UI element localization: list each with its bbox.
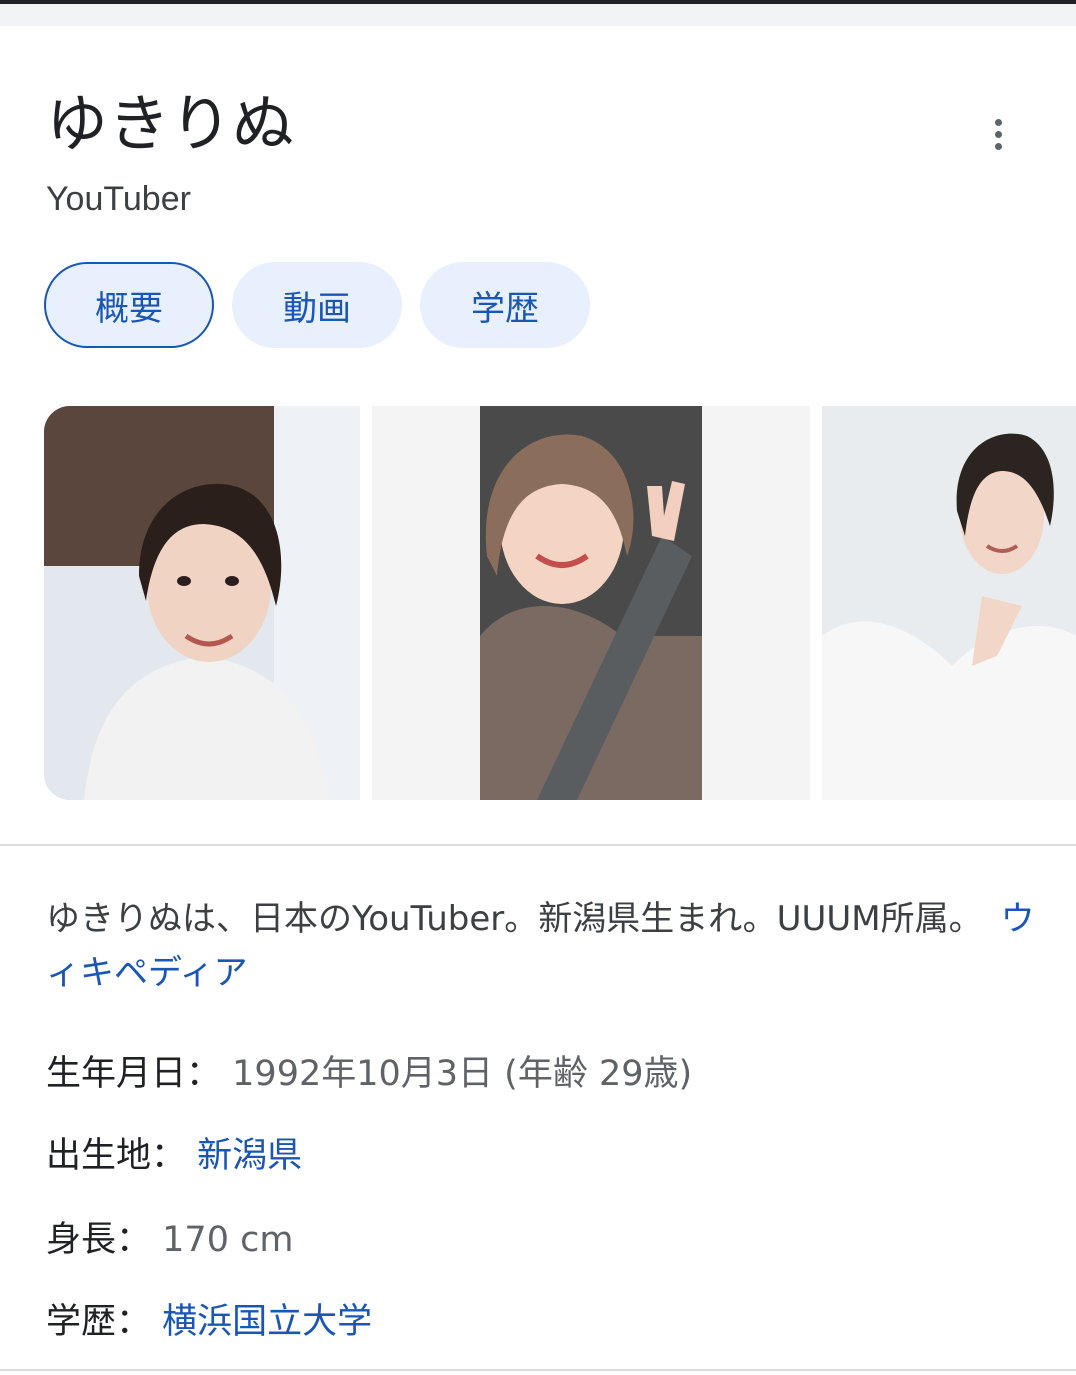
- fact-value: 1992年10月3日 (年齢 29歳): [232, 1054, 693, 1094]
- education-link[interactable]: 横浜国立大学: [162, 1302, 372, 1342]
- birthplace-link[interactable]: 新潟県: [197, 1136, 302, 1176]
- image-carousel[interactable]: [44, 406, 1076, 800]
- fact-label: 生年月日：: [46, 1054, 222, 1094]
- fact-value: 170 cm: [162, 1220, 294, 1260]
- bottom-divider: [0, 1369, 1076, 1371]
- description-text: ゆきりぬは、日本のYouTuber。新潟県生まれ。UUUM所属。: [46, 899, 983, 939]
- menu-dot: [994, 142, 1002, 150]
- knowledge-panel: ゆきりぬ YouTuber 概要 動画 学歴 ゆきりぬは、日本のYouTuber…: [0, 26, 1076, 1375]
- photo-2-illustration: [372, 406, 810, 800]
- panel-subtitle: YouTuber: [46, 180, 191, 218]
- chip-overview[interactable]: 概要: [44, 262, 214, 348]
- fact-row-birthplace: 出生地： 新潟県: [46, 1132, 302, 1180]
- top-strip: [0, 0, 1076, 26]
- photo-1[interactable]: [44, 406, 360, 800]
- panel-title: ゆきりぬ: [46, 87, 295, 160]
- fact-row-height: 身長： 170 cm: [46, 1216, 293, 1264]
- photo-3[interactable]: [822, 406, 1076, 800]
- chip-education[interactable]: 学歴: [420, 262, 590, 348]
- more-vert-icon[interactable]: [972, 108, 1024, 160]
- fact-label: 学歴：: [46, 1302, 152, 1342]
- chip-row: 概要 動画 学歴: [44, 262, 590, 348]
- photo-1-illustration: [44, 406, 360, 800]
- chip-videos[interactable]: 動画: [232, 262, 402, 348]
- photo-2[interactable]: [372, 406, 810, 800]
- photo-3-illustration: [822, 406, 1076, 800]
- fact-row-education: 学歴： 横浜国立大学: [46, 1298, 372, 1346]
- menu-dot: [994, 130, 1002, 138]
- section-divider: [0, 844, 1076, 846]
- description: ゆきりぬは、日本のYouTuber。新潟県生まれ。UUUM所属。 ウィキペディア: [46, 892, 1036, 1000]
- fact-label: 身長：: [46, 1220, 152, 1260]
- fact-row-birthdate: 生年月日： 1992年10月3日 (年齢 29歳): [46, 1050, 692, 1098]
- menu-dot: [994, 118, 1002, 126]
- fact-label: 出生地：: [46, 1136, 187, 1176]
